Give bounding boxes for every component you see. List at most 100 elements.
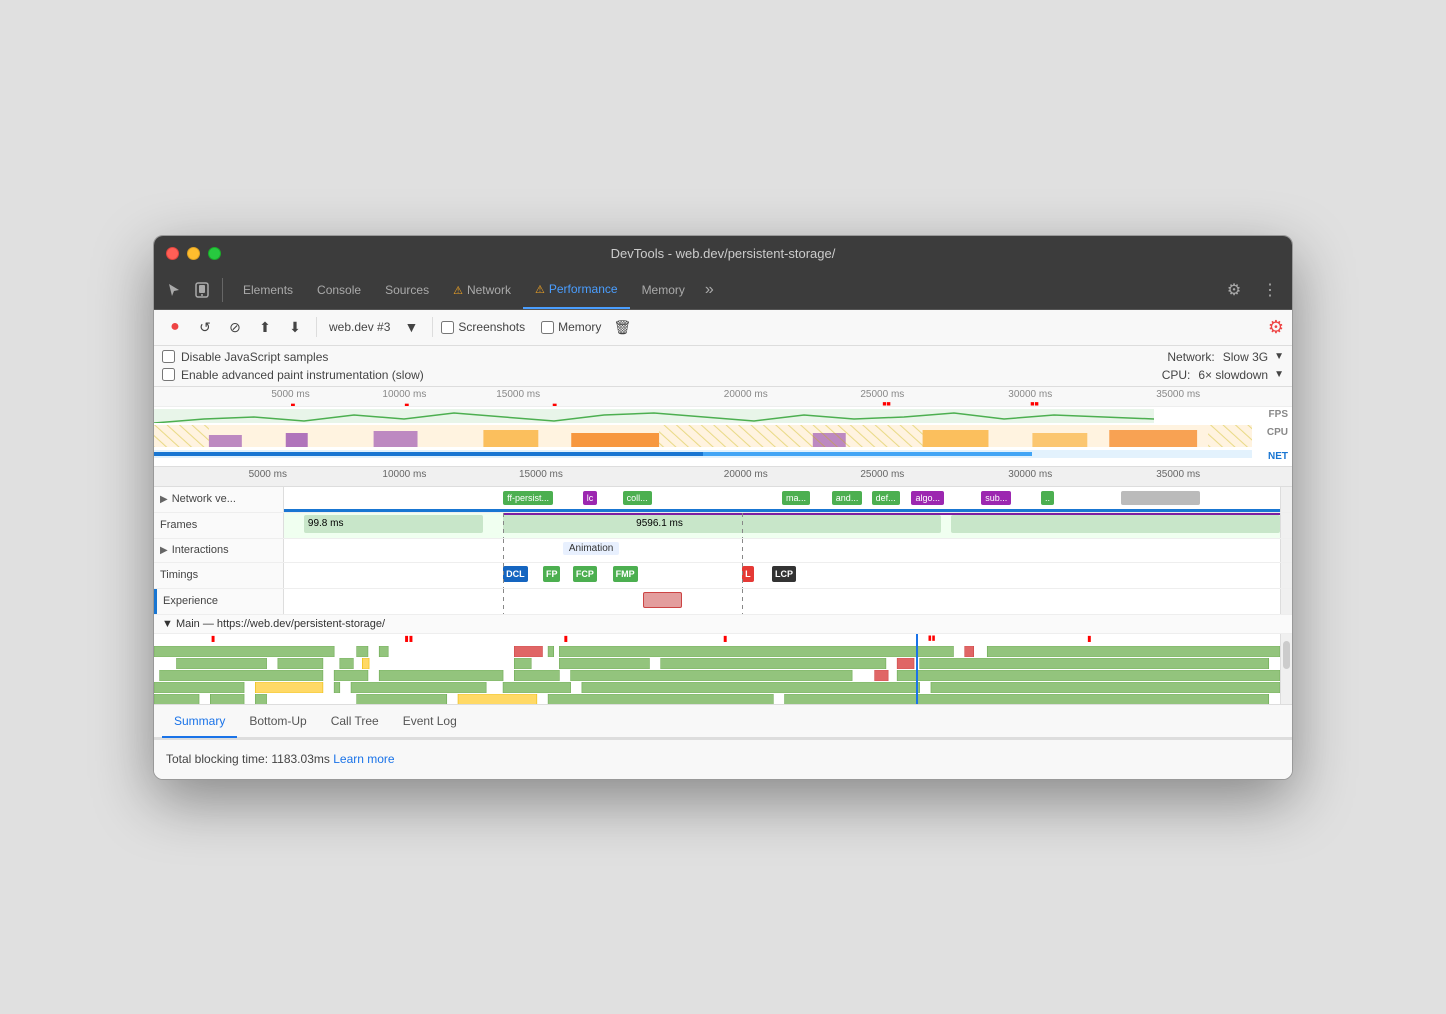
enable-paint-checkbox[interactable] bbox=[162, 368, 175, 381]
track-scrollbar4[interactable] bbox=[1280, 563, 1292, 588]
tab-network[interactable]: ⚠ Network bbox=[441, 272, 523, 309]
frame-chip-1: 99.8 ms bbox=[304, 515, 483, 533]
timings-label: Timings bbox=[154, 563, 284, 588]
maximize-button[interactable] bbox=[208, 247, 221, 260]
network-track-row: ▶ Network ve... ff-persist... lc coll...… bbox=[154, 487, 1292, 513]
tab-console[interactable]: Console bbox=[305, 272, 373, 309]
fps-chart bbox=[154, 409, 1154, 423]
minimize-button[interactable] bbox=[187, 247, 200, 260]
close-button[interactable] bbox=[166, 247, 179, 260]
clear-button[interactable]: ⊘ bbox=[222, 314, 248, 340]
tab-sources[interactable]: Sources bbox=[373, 272, 441, 309]
more-options-icon[interactable]: ⋮ bbox=[1256, 276, 1284, 304]
learn-more-link[interactable]: Learn more bbox=[333, 752, 394, 766]
frame-chip-3 bbox=[951, 515, 1280, 533]
cpu-select[interactable]: CPU: 6× slowdown ▼ bbox=[1162, 368, 1284, 382]
exp-dashed-2 bbox=[742, 589, 743, 614]
net-chip-6: def... bbox=[872, 491, 900, 505]
track-scrollbar3[interactable] bbox=[1280, 539, 1292, 562]
interactions-label[interactable]: ▶ Interactions bbox=[154, 539, 284, 562]
net-chip-5: and... bbox=[832, 491, 863, 505]
tab-icons bbox=[162, 278, 223, 302]
experience-label: Experience bbox=[154, 589, 284, 614]
delete-profile-button[interactable]: 🗑 bbox=[609, 314, 635, 340]
flame-v-scrollbar[interactable] bbox=[1280, 634, 1292, 704]
options-left: Disable JavaScript samples Enable advanc… bbox=[162, 350, 424, 382]
device-icon[interactable] bbox=[190, 278, 214, 302]
net-chip-3: coll... bbox=[623, 491, 652, 505]
net-chip-4: ma... bbox=[782, 491, 810, 505]
flame-row-4 bbox=[154, 680, 1280, 691]
cpu-label: CPU bbox=[1267, 427, 1288, 438]
flame-row-3 bbox=[154, 668, 1280, 679]
disable-js-row: Disable JavaScript samples bbox=[162, 350, 424, 364]
track-scrollbar5[interactable] bbox=[1280, 589, 1292, 614]
interactions-track-row: ▶ Interactions Animation bbox=[154, 539, 1292, 563]
profile-dropdown-icon[interactable]: ▼ bbox=[398, 314, 424, 340]
experience-block bbox=[643, 592, 683, 608]
download-button[interactable]: ⬇ bbox=[282, 314, 308, 340]
net-chip-7: algo... bbox=[911, 491, 944, 505]
memory-checkbox[interactable]: Memory bbox=[541, 320, 601, 334]
record-button[interactable]: ● bbox=[162, 314, 188, 340]
dashed-line-1 bbox=[503, 513, 504, 538]
screenshots-checkbox[interactable]: Screenshots bbox=[441, 320, 525, 334]
enable-paint-row: Enable advanced paint instrumentation (s… bbox=[162, 368, 424, 382]
interaction-dashed-1 bbox=[503, 539, 504, 562]
more-tabs-button[interactable]: » bbox=[697, 281, 722, 299]
separator1 bbox=[316, 317, 317, 337]
upload-button[interactable]: ⬆ bbox=[252, 314, 278, 340]
overview-ruler: 5000 ms 10000 ms 15000 ms 20000 ms 25000… bbox=[154, 387, 1292, 407]
status-text: Total blocking time: 1183.03ms bbox=[166, 752, 330, 766]
track-scrollbar[interactable] bbox=[1280, 487, 1292, 512]
frame-chip-2: 9596.1 ms bbox=[503, 515, 941, 533]
settings-icon[interactable]: ⚙ bbox=[1220, 276, 1248, 304]
main-label: ▼ Main — https://web.dev/persistent-stor… bbox=[154, 615, 1292, 634]
flame-chart[interactable]: ▮ ▮▮ ▮ ▮ ▮▮ ▮ bbox=[154, 634, 1292, 704]
status-bar: Total blocking time: 1183.03ms Learn mor… bbox=[154, 739, 1292, 779]
track-scrollbar2[interactable] bbox=[1280, 513, 1292, 538]
l-badge: L bbox=[742, 566, 754, 582]
red-marks-row: ▮ ▮▮ ▮ ▮ ▮▮ ▮ bbox=[154, 634, 1292, 644]
timings-dashed-1 bbox=[503, 563, 504, 588]
frames-label: Frames bbox=[154, 513, 284, 538]
dashed-line-2 bbox=[742, 513, 743, 538]
timeline-overview[interactable]: 5000 ms 10000 ms 15000 ms 20000 ms 25000… bbox=[154, 387, 1292, 467]
traffic-lights bbox=[166, 247, 221, 260]
tab-performance[interactable]: ⚠ Performance bbox=[523, 272, 630, 309]
flame-scrollbar-thumb[interactable] bbox=[1283, 641, 1290, 669]
timings-track-row: Timings DCL FP FCP FMP L LCP bbox=[154, 563, 1292, 589]
bottom-tabs: Summary Bottom-Up Call Tree Event Log bbox=[154, 705, 1292, 739]
reload-button[interactable]: ↺ bbox=[192, 314, 218, 340]
network-select[interactable]: Network: Slow 3G ▼ bbox=[1167, 350, 1284, 364]
performance-toolbar: ● ↺ ⊘ ⬆ ⬇ web.dev #3 ▼ Screenshots Memor… bbox=[154, 310, 1292, 346]
network-track-content: ff-persist... lc coll... ma... and... de… bbox=[284, 487, 1280, 512]
toolbar-right: ⚙ bbox=[1268, 317, 1284, 338]
inspect-icon[interactable] bbox=[162, 278, 186, 302]
disable-js-checkbox[interactable] bbox=[162, 350, 175, 363]
call-tree-tab[interactable]: Call Tree bbox=[319, 706, 391, 738]
bottom-up-tab[interactable]: Bottom-Up bbox=[237, 706, 318, 738]
fmp-badge: FMP bbox=[613, 566, 638, 582]
tab-elements[interactable]: Elements bbox=[231, 272, 305, 309]
flame-row-2 bbox=[154, 656, 1280, 667]
net-chip-9: .. bbox=[1041, 491, 1054, 505]
interaction-dashed-2 bbox=[742, 539, 743, 562]
lcp-badge: LCP bbox=[772, 566, 796, 582]
net-chart bbox=[154, 450, 1252, 458]
net-chip-10 bbox=[1121, 491, 1201, 505]
summary-tab[interactable]: Summary bbox=[162, 706, 237, 738]
performance-settings-icon[interactable]: ⚙ bbox=[1268, 317, 1284, 338]
network-track-label[interactable]: ▶ Network ve... bbox=[154, 487, 284, 512]
exp-dashed-1 bbox=[503, 589, 504, 614]
main-ruler: 5000 ms 10000 ms 15000 ms 20000 ms 25000… bbox=[154, 467, 1292, 487]
cpu-chart bbox=[154, 425, 1252, 447]
devtools-window: DevTools - web.dev/persistent-storage/ bbox=[153, 235, 1293, 780]
frames-content: 99.8 ms 9596.1 ms bbox=[284, 513, 1280, 538]
event-log-tab[interactable]: Event Log bbox=[391, 706, 469, 738]
fp-badge: FP bbox=[543, 566, 561, 582]
timings-dashed-2 bbox=[742, 563, 743, 588]
tab-memory[interactable]: Memory bbox=[630, 272, 697, 309]
interactions-content: Animation bbox=[284, 539, 1280, 562]
cpu-chart-container bbox=[154, 425, 1252, 447]
